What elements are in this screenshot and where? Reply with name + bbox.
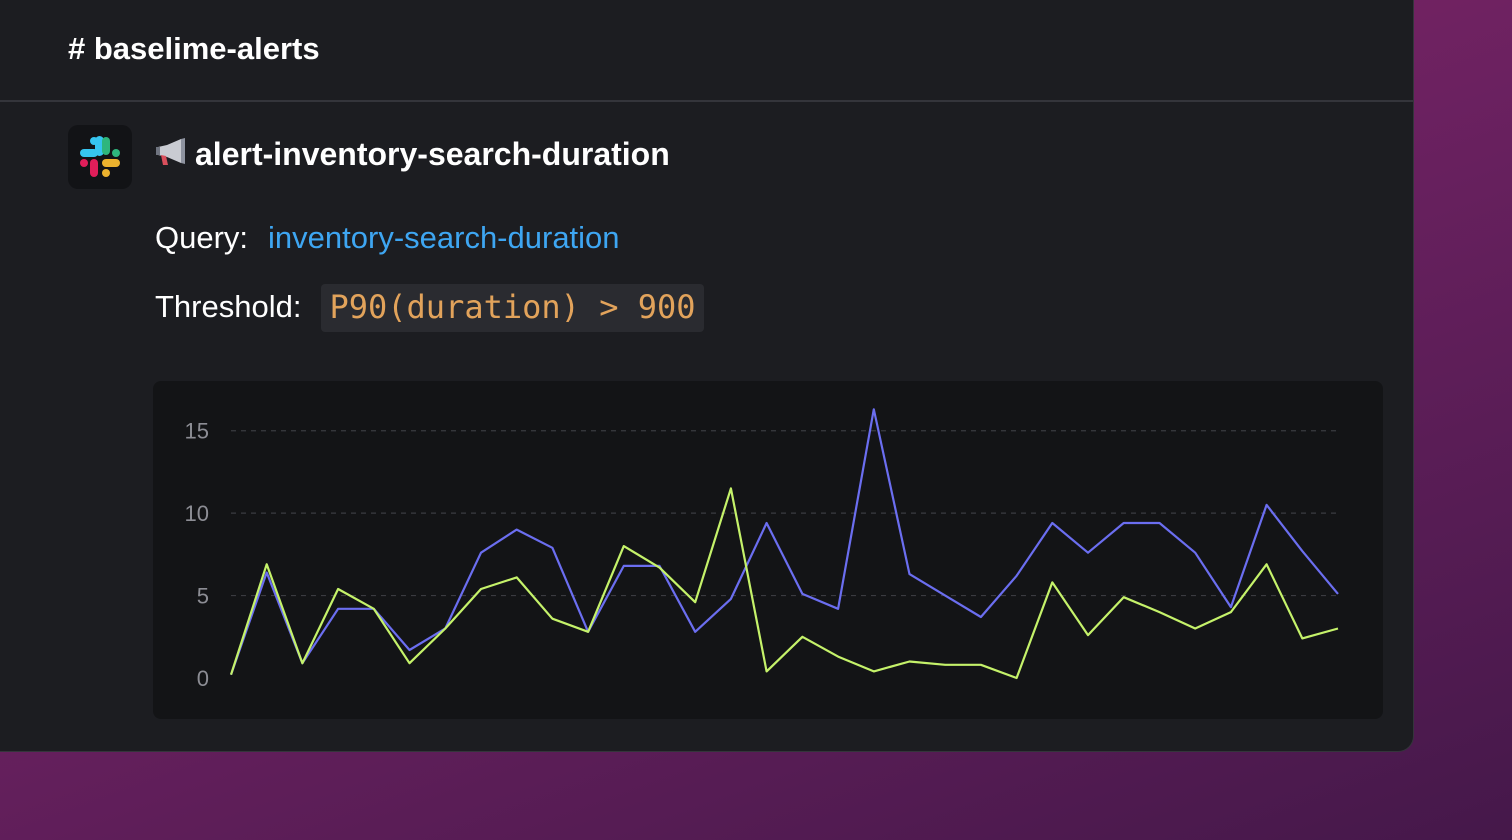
alert-title: alert-inventory-search-duration bbox=[155, 134, 670, 176]
y-tick-label: 5 bbox=[197, 584, 209, 609]
slack-logo-svg bbox=[80, 136, 120, 177]
series-line-1 bbox=[229, 408, 1339, 676]
threshold-row: Threshold: P90(duration) > 900 bbox=[155, 284, 704, 332]
message-window: # baselime-alerts alert-inventory-search… bbox=[0, 0, 1414, 752]
slack-logo-icon[interactable] bbox=[68, 125, 132, 189]
series-line-2 bbox=[229, 487, 1339, 680]
y-tick-label: 0 bbox=[197, 666, 209, 691]
megaphone-icon bbox=[155, 136, 189, 176]
y-tick-label: 15 bbox=[185, 419, 209, 444]
query-row: Query: inventory-search-duration bbox=[155, 218, 620, 258]
line-chart: 15 10 5 0 bbox=[185, 408, 1339, 691]
y-tick-label: 10 bbox=[185, 501, 209, 526]
threshold-label: Threshold: bbox=[155, 289, 302, 324]
channel-header: # baselime-alerts bbox=[0, 0, 1413, 102]
chart-card: 15 10 5 0 bbox=[153, 381, 1383, 719]
query-link[interactable]: inventory-search-duration bbox=[268, 220, 620, 255]
alert-name-text: alert-inventory-search-duration bbox=[195, 136, 670, 172]
threshold-code: P90(duration) > 900 bbox=[321, 284, 704, 332]
query-label: Query: bbox=[155, 220, 249, 255]
channel-title[interactable]: # baselime-alerts bbox=[68, 30, 320, 68]
